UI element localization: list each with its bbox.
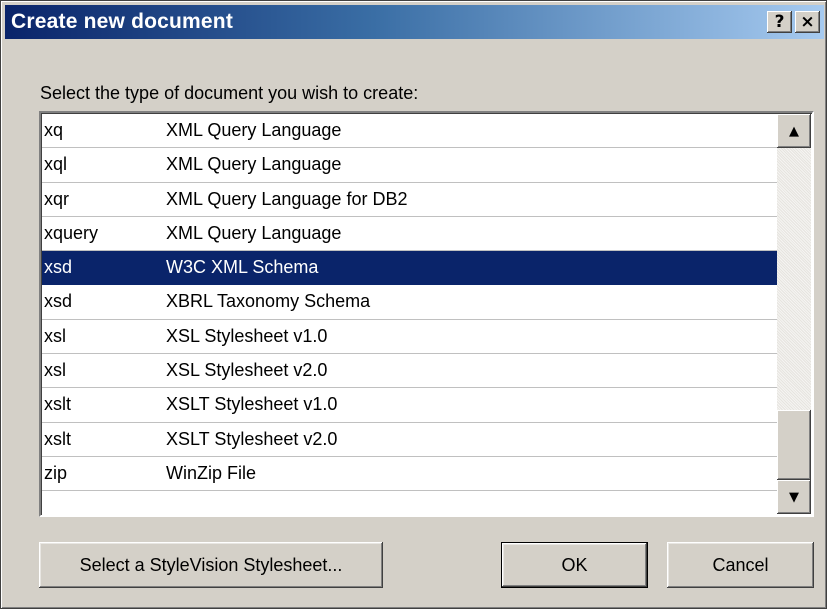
list-item-description: W3C XML Schema (166, 257, 319, 278)
scroll-down-arrow-icon[interactable]: ▼ (777, 480, 811, 514)
vertical-scrollbar[interactable]: ▲ ▼ (777, 114, 811, 514)
list-item-description: XML Query Language (166, 222, 342, 243)
list-item[interactable]: xsl XSL Stylesheet v2.0 (42, 354, 778, 389)
list-item-description: XBRL Taxonomy Schema (166, 291, 371, 312)
list-item[interactable]: xsd W3C XML Schema (42, 251, 778, 286)
list-item-description: XML Query Language for DB2 (166, 188, 408, 209)
select-stylevision-stylesheet-button[interactable]: Select a StyleVision Stylesheet... (39, 542, 383, 588)
prompt-label: Select the type of document you wish to … (40, 83, 419, 103)
list-item[interactable]: xq XML Query Language (42, 114, 778, 149)
list-item-description: XSLT Stylesheet v1.0 (166, 394, 338, 415)
title-bar[interactable]: Create new document ? × (5, 5, 824, 39)
list-item-extension: xsd (44, 257, 73, 278)
list-item-description: XML Query Language (166, 154, 342, 175)
list-item[interactable]: xquery XML Query Language (42, 217, 778, 252)
list-item[interactable]: zip WinZip File (42, 457, 778, 492)
list-item-extension: xslt (44, 428, 71, 449)
document-type-list[interactable]: xq XML Query Language xql XML Query Languag… (39, 111, 814, 517)
ok-button[interactable]: OK (501, 542, 648, 588)
list-item-extension: xquery (44, 222, 99, 243)
list-item[interactable]: xql XML Query Language (42, 148, 778, 183)
list-item-description: WinZip File (166, 462, 257, 483)
list-item-extension: xslt (44, 394, 71, 415)
list-item[interactable]: xslt XSLT Stylesheet v2.0 (42, 423, 778, 457)
list-item[interactable]: xqr XML Query Language for DB2 (42, 183, 778, 217)
list-item-description: XSL Stylesheet v1.0 (166, 325, 328, 346)
dialog-title: Create new document (11, 10, 234, 33)
list-item[interactable]: xsd XBRL Taxonomy Schema (42, 285, 778, 320)
document-type-rows: xq XML Query Language xql XML Query Languag… (42, 114, 778, 492)
list-item-extension: xqr (44, 188, 70, 209)
list-item-extension: zip (44, 462, 68, 483)
close-button[interactable]: × (795, 11, 820, 33)
list-item[interactable]: xslt XSLT Stylesheet v1.0 (42, 388, 778, 423)
list-item-description: XML Query Language (166, 120, 342, 140)
list-item-extension: xq (44, 120, 64, 140)
scroll-up-arrow-icon[interactable]: ▲ (777, 114, 811, 148)
list-item-extension: xsl (44, 360, 66, 381)
list-item-description: XSL Stylesheet v2.0 (166, 360, 328, 381)
list-item-extension: xsl (44, 325, 66, 346)
list-item[interactable]: xsl XSL Stylesheet v1.0 (42, 320, 778, 355)
scroll-thumb[interactable] (777, 410, 811, 480)
help-button[interactable]: ? (767, 11, 792, 33)
list-item-extension: xsd (44, 291, 73, 312)
list-item-description: XSLT Stylesheet v2.0 (166, 428, 338, 449)
create-new-document-dialog: Create new document ? × Select the type … (0, 0, 827, 609)
cancel-button[interactable]: Cancel (667, 542, 814, 588)
list-item-extension: xql (44, 154, 68, 175)
